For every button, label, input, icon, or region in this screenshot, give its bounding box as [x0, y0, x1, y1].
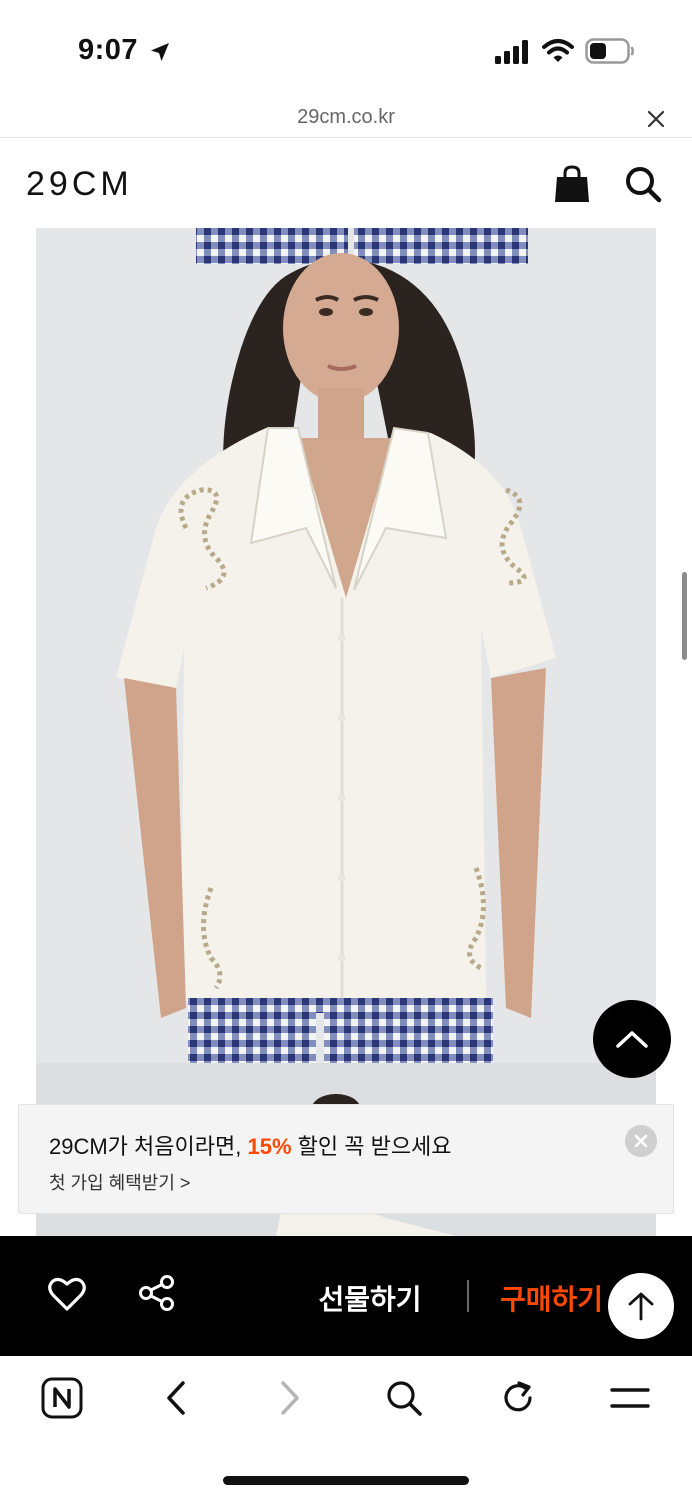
- site-logo[interactable]: 29CM: [26, 165, 133, 204]
- status-time: 9:07: [78, 34, 139, 66]
- location-arrow-icon: [151, 43, 169, 61]
- status-bar: 9:07: [0, 0, 692, 100]
- search-icon[interactable]: [382, 1376, 426, 1420]
- battery-icon: [585, 38, 634, 64]
- arrow-up-icon: [628, 1292, 654, 1321]
- share-icon[interactable]: [138, 1274, 176, 1312]
- close-icon: [634, 1134, 648, 1148]
- close-icon[interactable]: [645, 108, 667, 130]
- wifi-icon: [542, 39, 574, 62]
- shopping-bag-icon[interactable]: [553, 164, 591, 204]
- chevron-up-icon: [616, 1031, 648, 1048]
- promo-text-after: 할인 꼭 받으세요: [291, 1134, 452, 1159]
- product-photo: [36, 228, 656, 1236]
- search-icon[interactable]: [623, 164, 663, 204]
- product-image[interactable]: [36, 228, 656, 1236]
- menu-icon[interactable]: [608, 1376, 652, 1420]
- browser-toolbar: [0, 1356, 692, 1500]
- signup-benefit-link[interactable]: 첫 가입 혜택받기 >: [49, 1169, 190, 1195]
- action-divider: [467, 1280, 469, 1312]
- scroll-to-top-light-button[interactable]: [608, 1273, 674, 1339]
- url-domain[interactable]: 29cm.co.kr: [0, 106, 692, 129]
- heart-icon[interactable]: [48, 1276, 86, 1312]
- purchase-action-bar: 선물하기 구매하기: [0, 1236, 692, 1356]
- scroll-to-top-button[interactable]: [593, 1000, 671, 1078]
- promo-text-before: 29CM가 처음이라면,: [49, 1134, 248, 1159]
- promo-message: 29CM가 처음이라면, 15% 할인 꼭 받으세요: [49, 1129, 452, 1161]
- forward-icon: [268, 1376, 312, 1420]
- promo-close-button[interactable]: [625, 1125, 657, 1157]
- back-icon[interactable]: [154, 1376, 198, 1420]
- url-bar[interactable]: 29cm.co.kr: [0, 100, 692, 138]
- promo-banner[interactable]: 29CM가 처음이라면, 15% 할인 꼭 받으세요 첫 가입 혜택받기 >: [18, 1104, 674, 1214]
- signal-icon: [495, 40, 528, 64]
- refresh-icon[interactable]: [496, 1376, 540, 1420]
- gift-button[interactable]: 선물하기: [300, 1276, 440, 1320]
- naver-icon[interactable]: [40, 1376, 84, 1420]
- promo-discount: 15%: [247, 1134, 292, 1159]
- home-indicator[interactable]: [223, 1476, 469, 1485]
- scroll-indicator[interactable]: [682, 572, 687, 660]
- site-header: 29CM: [0, 138, 692, 228]
- buy-button[interactable]: 구매하기: [500, 1276, 620, 1320]
